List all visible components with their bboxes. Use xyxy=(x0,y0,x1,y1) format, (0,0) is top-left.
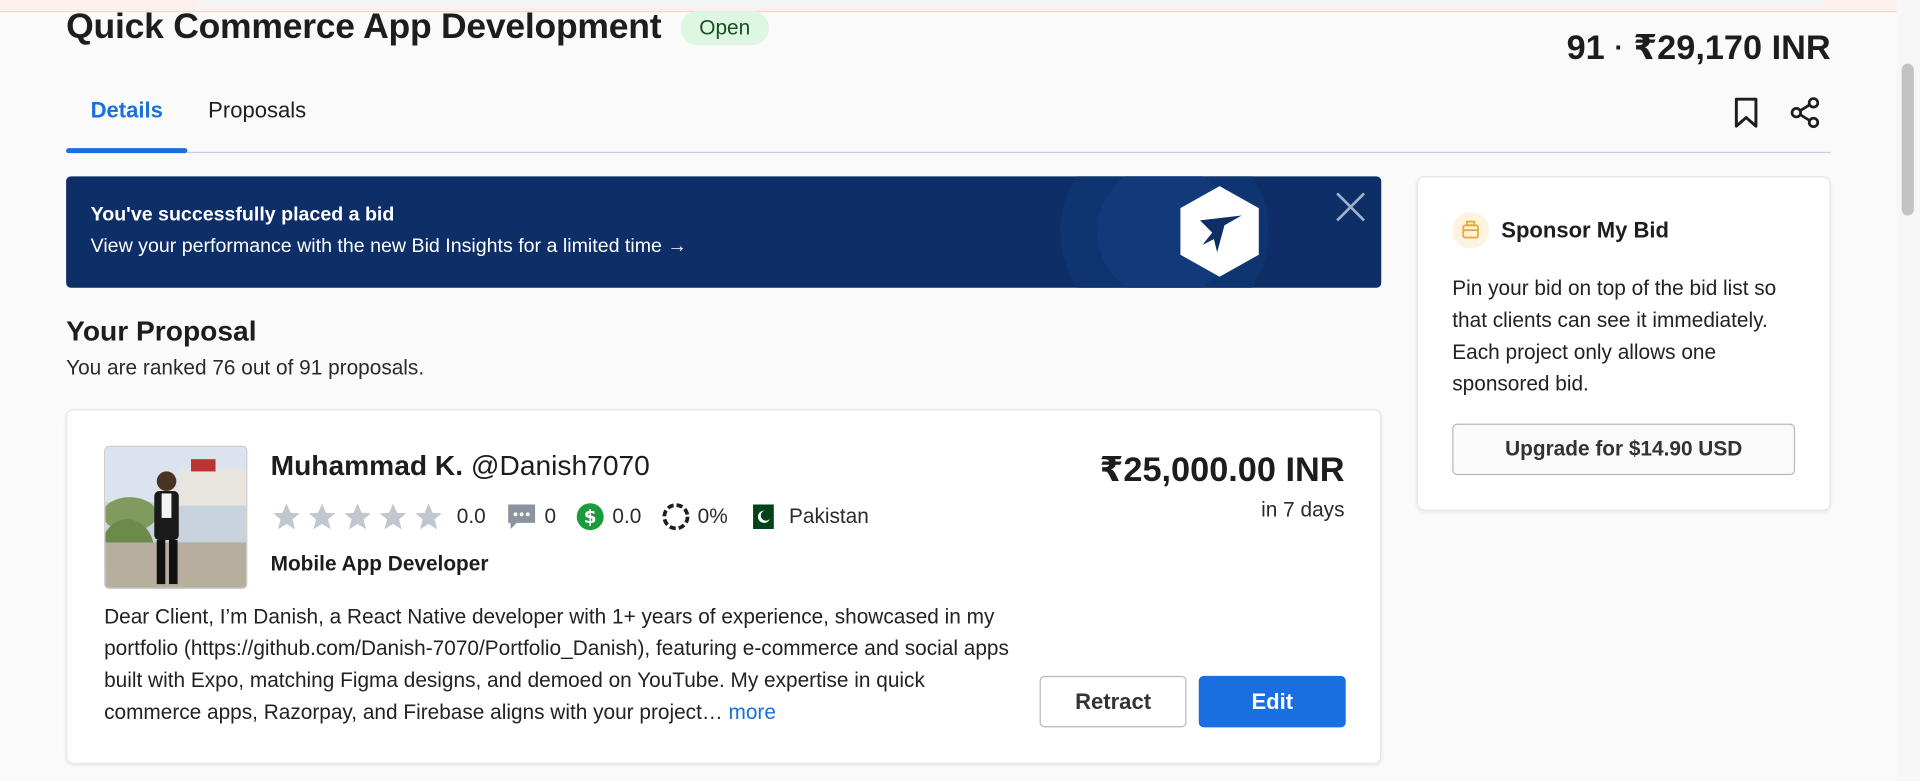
sponsor-card: Sponsor My Bid Pin your bid on top of th… xyxy=(1416,176,1831,511)
proposal-rank: You are ranked 76 out of 91 proposals. xyxy=(66,356,425,380)
comment-icon xyxy=(507,504,535,529)
proposal-text: Dear Client, I’m Danish, a React Native … xyxy=(104,604,1009,724)
delivery-time: in 7 days xyxy=(1261,498,1345,522)
bid-summary: 91 · ₹29,170 INR xyxy=(1567,27,1831,67)
tab-actions xyxy=(1730,96,1821,130)
freelancer-role: Mobile App Developer xyxy=(270,552,489,576)
tab-proposals[interactable]: Proposals xyxy=(184,98,331,152)
freelancer-logo-icon xyxy=(1176,184,1264,280)
tab-details[interactable]: Details xyxy=(66,98,188,154)
close-icon[interactable] xyxy=(1335,191,1367,223)
freelancer-name[interactable]: Muhammad K. xyxy=(271,449,463,481)
reviews-count: 0 xyxy=(544,504,557,528)
banner-link[interactable]: View your performance with the new Bid I… xyxy=(91,236,687,258)
retract-button[interactable]: Retract xyxy=(1039,675,1187,728)
rating-value: 0.0 xyxy=(456,504,486,528)
freelancer-name-line: Muhammad K. @Danish7070 xyxy=(271,449,650,482)
average-bid: ₹29,170 INR xyxy=(1633,28,1831,67)
pakistan-flag-icon xyxy=(747,504,775,529)
avatar[interactable] xyxy=(104,445,248,589)
svg-text:$: $ xyxy=(584,507,597,528)
freelancer-username: @Danish7070 xyxy=(470,449,650,482)
scrollbar[interactable] xyxy=(1896,0,1920,781)
sponsor-icon xyxy=(1452,211,1489,249)
completion-rate: 0% xyxy=(697,504,728,528)
star-icon xyxy=(379,503,407,530)
earnings-score: 0.0 xyxy=(612,504,642,528)
proposal-card: Muhammad K. @Danish7070 0.0 0 $ 0.0 0% P… xyxy=(66,408,1382,765)
star-icon xyxy=(344,503,371,530)
proposal-heading: Your Proposal xyxy=(66,314,257,347)
title-row: Quick Commerce App Development Open xyxy=(66,7,769,47)
star-icon xyxy=(308,503,336,530)
share-icon[interactable] xyxy=(1789,96,1821,130)
dollar-icon: $ xyxy=(576,503,604,531)
more-link[interactable]: more xyxy=(728,700,775,723)
edit-button[interactable]: Edit xyxy=(1198,675,1346,728)
star-icon xyxy=(415,503,442,530)
separator: · xyxy=(1614,31,1624,62)
bid-success-banner[interactable]: You've successfully placed a bid View yo… xyxy=(66,176,1382,288)
status-badge: Open xyxy=(680,10,769,45)
proposal-description: Dear Client, I’m Danish, a React Native … xyxy=(104,601,1016,728)
freelancer-stats: 0.0 0 $ 0.0 0% Pakistan xyxy=(271,501,869,533)
upgrade-button[interactable]: Upgrade for $14.90 USD xyxy=(1452,423,1796,476)
sponsor-title: Sponsor My Bid xyxy=(1501,217,1670,243)
bids-count: 91 xyxy=(1566,27,1605,66)
sponsor-description: Pin your bid on top of the bid list so t… xyxy=(1452,276,1777,396)
bid-amount: ₹25,000.00 INR xyxy=(1099,450,1345,489)
bookmark-icon[interactable] xyxy=(1730,96,1762,130)
page-title: Quick Commerce App Development xyxy=(66,7,662,47)
country: Pakistan xyxy=(788,504,869,528)
progress-ring-icon xyxy=(662,503,690,531)
star-icon xyxy=(273,503,300,530)
banner-title: You've successfully placed a bid xyxy=(90,204,395,226)
tab-bar: Details Proposals xyxy=(66,81,1831,154)
star-rating xyxy=(271,501,445,533)
page: Quick Commerce App Development Open 91 ·… xyxy=(0,0,1920,781)
scrollbar-thumb[interactable] xyxy=(1901,63,1914,216)
